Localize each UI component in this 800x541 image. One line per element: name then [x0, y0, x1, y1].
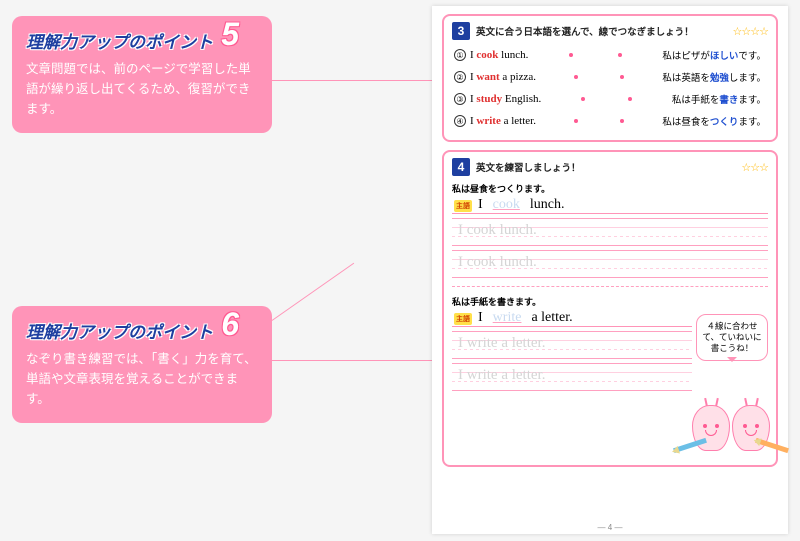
row-number: ①	[454, 49, 466, 61]
example-line: 主語 Iwrite a letter.	[452, 310, 692, 327]
row-number: ③	[454, 93, 466, 105]
callout-title-text: 理解力アップのポイント	[26, 323, 213, 342]
japanese-sentence: 私は手紙を書きます。	[672, 92, 766, 106]
tail-words: lunch.	[530, 197, 565, 213]
page-number: — 4 —	[432, 523, 788, 532]
connector-dot-icon	[574, 119, 578, 123]
pencil-icon	[673, 438, 707, 453]
keyword-japanese: 書き	[719, 95, 738, 106]
tracing-line: I cook lunch.	[452, 218, 768, 246]
connector-line	[272, 263, 354, 321]
english-sentence: ①I cook lunch.	[454, 49, 528, 61]
section-number: 3	[452, 22, 470, 40]
row-number: ④	[454, 115, 466, 127]
keyword-english: want	[476, 71, 499, 83]
connector-dot-icon	[574, 75, 578, 79]
lead-word: I	[478, 310, 483, 326]
callout-number: 6	[221, 306, 239, 343]
callout-point-6: 理解力アップのポイント 6 なぞり書き練習では、「書く」力を育て、単語や文章表現…	[12, 306, 272, 423]
connector-dot-icon	[618, 53, 622, 57]
callout-number: 5	[221, 16, 239, 53]
connector-dot-icon	[620, 119, 624, 123]
writing-item: 私は昼食をつくります。主語 Icook lunch. I cook lunch. I c…	[452, 182, 768, 278]
japanese-prompt: 私は昼食をつくります。	[452, 182, 768, 195]
match-row: ①I cook lunch. 私はピザがほしいです。	[452, 44, 768, 66]
section-title: 英文に合う日本語を選んで、線でつなぎましょう！	[476, 24, 694, 38]
example-line: 主語 Icook lunch.	[452, 197, 768, 214]
callout-title: 理解力アップのポイント 6	[26, 318, 213, 343]
match-row: ②I want a pizza. 私は英語を勉強します。	[452, 66, 768, 88]
section-4-block: 4 英文を練習しましょう！ ☆☆☆ 私は昼食をつくります。主語 Icook lunc…	[442, 150, 778, 467]
tracing-line: I write a letter.	[452, 363, 692, 391]
section-divider	[452, 286, 768, 287]
grammar-tag: 主語	[454, 313, 472, 325]
tracing-line: I cook lunch.	[452, 250, 768, 278]
english-sentence: ③I study English.	[454, 93, 541, 105]
blank-word: write	[489, 310, 526, 326]
tail-words: a letter.	[531, 310, 572, 326]
connector-dot-icon	[620, 75, 624, 79]
row-number: ②	[454, 71, 466, 83]
mascot-characters	[692, 405, 770, 451]
japanese-sentence: 私は英語を勉強します。	[662, 70, 766, 84]
japanese-sentence: 私はピザがほしいです。	[662, 48, 766, 62]
section-number: 4	[452, 158, 470, 176]
grammar-tag: 主語	[454, 200, 472, 212]
blank-word: cook	[489, 197, 524, 213]
keyword-english: study	[476, 93, 502, 105]
connector-line	[272, 360, 432, 361]
english-sentence: ④I write a letter.	[454, 115, 536, 127]
callout-title: 理解力アップのポイント 5	[26, 28, 213, 53]
keyword-japanese: ほしい	[710, 51, 739, 62]
japanese-sentence: 私は昼食をつくります。	[662, 114, 766, 128]
callout-body: なぞり書き練習では、「書く」力を育て、単語や文章表現を覚えることができます。	[26, 349, 258, 409]
connector-dot-icon	[581, 97, 585, 101]
lead-word: I	[478, 197, 483, 213]
keyword-japanese: つくり	[710, 117, 739, 128]
japanese-prompt: 私は手紙を書きます。	[452, 295, 692, 308]
callout-title-text: 理解力アップのポイント	[26, 33, 213, 52]
connector-line	[272, 80, 432, 81]
difficulty-stars: ☆☆☆☆	[733, 25, 768, 38]
speech-bubble: ４線に合わせて、ていねいに書こうね！	[696, 314, 768, 361]
connector-dot-icon	[628, 97, 632, 101]
english-sentence: ②I want a pizza.	[454, 71, 536, 83]
match-row: ③I study English. 私は手紙を書きます。	[452, 88, 768, 110]
difficulty-stars: ☆☆☆	[741, 161, 768, 174]
tracing-line: I write a letter.	[452, 331, 692, 359]
keyword-english: cook	[476, 49, 498, 61]
section-title: 英文を練習しましょう！	[476, 160, 581, 174]
pencil-icon	[755, 438, 789, 453]
callout-body: 文章問題では、前のページで学習した単語が繰り返し出てくるため、復習ができます。	[26, 59, 258, 119]
keyword-japanese: 勉強	[710, 73, 729, 84]
section-header: 4 英文を練習しましょう！ ☆☆☆	[452, 158, 768, 176]
writing-item: 私は手紙を書きます。主語 Iwrite a letter. I write a let…	[452, 295, 692, 391]
callout-point-5: 理解力アップのポイント 5 文章問題では、前のページで学習した単語が繰り返し出て…	[12, 16, 272, 133]
mascot-icon	[732, 405, 770, 451]
connector-dot-icon	[569, 53, 573, 57]
section-3-block: 3 英文に合う日本語を選んで、線でつなぎましょう！ ☆☆☆☆ ①I cook l…	[442, 14, 778, 142]
mascot-icon	[692, 405, 730, 451]
keyword-english: write	[476, 115, 500, 127]
match-row: ④I write a letter. 私は昼食をつくります。	[452, 110, 768, 132]
worksheet-page: 3 英文に合う日本語を選んで、線でつなぎましょう！ ☆☆☆☆ ①I cook l…	[432, 6, 788, 534]
section-header: 3 英文に合う日本語を選んで、線でつなぎましょう！ ☆☆☆☆	[452, 22, 768, 40]
